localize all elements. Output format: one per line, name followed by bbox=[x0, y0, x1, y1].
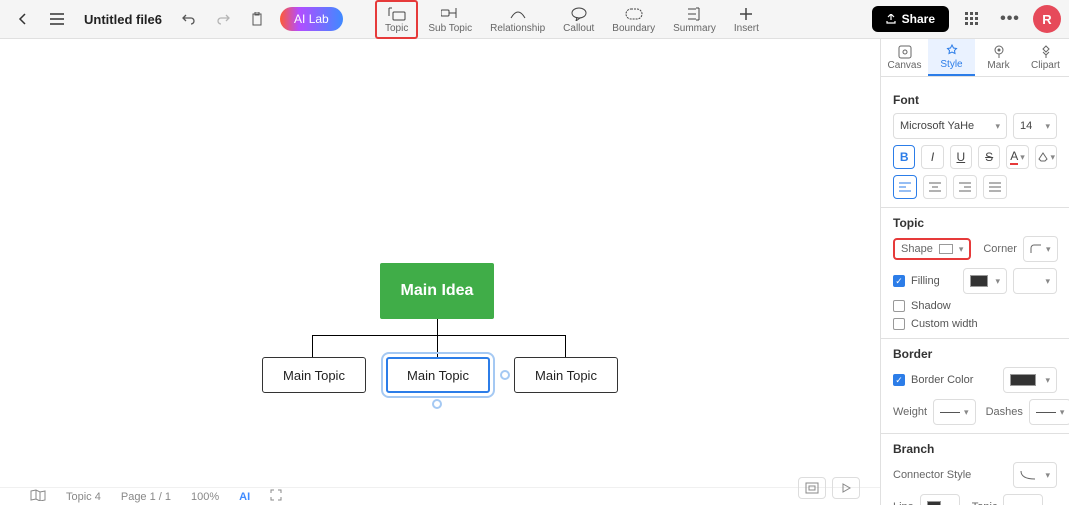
file-name[interactable]: Untitled file6 bbox=[76, 12, 170, 27]
filling-color-select[interactable]: ▾ bbox=[963, 268, 1007, 294]
menu-button[interactable] bbox=[42, 4, 72, 34]
highlight-button[interactable]: ▾ bbox=[1035, 145, 1057, 169]
clipboard-button[interactable] bbox=[242, 4, 272, 34]
boundary-icon bbox=[625, 6, 643, 22]
tool-boundary[interactable]: Boundary bbox=[604, 0, 663, 39]
branch-topic-select[interactable]: ▾ bbox=[1003, 494, 1043, 505]
ai-lab-button[interactable]: AI Lab bbox=[280, 7, 343, 31]
redo-button[interactable] bbox=[208, 4, 238, 34]
corner-select[interactable]: ▾ bbox=[1023, 236, 1058, 262]
tool-relationship[interactable]: Relationship bbox=[482, 0, 553, 39]
tab-style[interactable]: Style bbox=[928, 39, 975, 76]
clipart-icon bbox=[1039, 45, 1053, 59]
avatar[interactable]: R bbox=[1033, 5, 1061, 33]
align-justify-button[interactable] bbox=[983, 175, 1007, 199]
more-button[interactable]: ••• bbox=[995, 4, 1025, 34]
connector bbox=[565, 335, 566, 357]
strike-button[interactable]: S bbox=[978, 145, 1000, 169]
node-handle[interactable] bbox=[432, 399, 442, 409]
tool-summary[interactable]: Summary bbox=[665, 0, 724, 39]
connector bbox=[312, 335, 313, 357]
canvas-icon bbox=[898, 45, 912, 59]
filling-style-select[interactable]: ▾ bbox=[1013, 268, 1057, 294]
font-color-button[interactable]: A▾ bbox=[1006, 145, 1028, 169]
font-family-select[interactable]: Microsoft YaHe▾ bbox=[893, 113, 1007, 139]
section-topic-title: Topic bbox=[893, 216, 1057, 230]
dashes-select[interactable]: ▾ bbox=[1029, 399, 1069, 425]
section-branch-title: Branch bbox=[893, 442, 1057, 456]
align-center-button[interactable] bbox=[923, 175, 947, 199]
shape-select-highlighted[interactable]: Shape ▾ bbox=[893, 238, 971, 260]
underline-button[interactable]: U bbox=[950, 145, 972, 169]
tool-topic[interactable]: Topic bbox=[375, 0, 418, 39]
tool-callout[interactable]: Callout bbox=[555, 0, 602, 39]
back-button[interactable] bbox=[8, 4, 38, 34]
insert-icon bbox=[739, 6, 753, 22]
right-panel: Canvas Style Mark Clipart Font Microsoft… bbox=[880, 39, 1069, 505]
share-button[interactable]: Share bbox=[872, 6, 949, 32]
font-size-select[interactable]: 14▾ bbox=[1013, 113, 1057, 139]
connector bbox=[312, 335, 565, 336]
callout-icon bbox=[571, 6, 587, 22]
style-icon bbox=[945, 44, 959, 58]
connector bbox=[437, 319, 438, 335]
fit-button[interactable] bbox=[798, 477, 826, 499]
tab-mark[interactable]: Mark bbox=[975, 39, 1022, 76]
undo-button[interactable] bbox=[174, 4, 204, 34]
align-left-button[interactable] bbox=[893, 175, 917, 199]
status-ai[interactable]: AI bbox=[239, 491, 250, 503]
node-topic-1[interactable]: Main Topic bbox=[262, 357, 366, 393]
tab-canvas[interactable]: Canvas bbox=[881, 39, 928, 76]
custom-width-checkbox[interactable] bbox=[893, 318, 905, 330]
tool-subtopic[interactable]: Sub Topic bbox=[420, 0, 480, 39]
node-topic-3[interactable]: Main Topic bbox=[514, 357, 618, 393]
shape-swatch bbox=[939, 244, 953, 254]
tool-insert[interactable]: Insert bbox=[726, 0, 767, 39]
insert-toolbar: Topic Sub Topic Relationship Callout Bou… bbox=[375, 0, 767, 39]
panel-tabs: Canvas Style Mark Clipart bbox=[881, 39, 1069, 77]
topic-icon bbox=[388, 6, 406, 22]
subtopic-icon bbox=[441, 6, 459, 22]
canvas[interactable]: Main Idea Main Topic Main Topic Main Top… bbox=[0, 39, 880, 505]
connector-style-select[interactable]: ▾ bbox=[1013, 462, 1057, 488]
border-color-select[interactable]: ▾ bbox=[1003, 367, 1057, 393]
tab-clipart[interactable]: Clipart bbox=[1022, 39, 1069, 76]
section-border-title: Border bbox=[893, 347, 1057, 361]
status-topic: Topic 4 bbox=[66, 491, 101, 503]
fullscreen-icon[interactable] bbox=[270, 489, 282, 504]
line-color-select[interactable]: ▾ bbox=[920, 494, 960, 505]
align-right-button[interactable] bbox=[953, 175, 977, 199]
node-handle[interactable] bbox=[500, 370, 510, 380]
present-button[interactable] bbox=[832, 477, 860, 499]
border-color-checkbox[interactable]: ✓ bbox=[893, 374, 905, 386]
shadow-checkbox[interactable] bbox=[893, 300, 905, 312]
italic-button[interactable]: I bbox=[921, 145, 943, 169]
weight-select[interactable]: ▾ bbox=[933, 399, 976, 425]
highlight-icon bbox=[1037, 151, 1049, 163]
status-bar: Topic 4 Page 1 / 1 100% AI bbox=[0, 487, 880, 505]
section-font-title: Font bbox=[893, 93, 1057, 107]
apps-grid-button[interactable] bbox=[957, 4, 987, 34]
relationship-icon bbox=[509, 6, 527, 22]
status-page: Page 1 / 1 bbox=[121, 491, 171, 503]
filling-checkbox[interactable]: ✓ bbox=[893, 275, 905, 287]
node-main-idea[interactable]: Main Idea bbox=[380, 263, 494, 319]
node-topic-2-selected[interactable]: Main Topic bbox=[386, 357, 490, 393]
bold-button[interactable]: B bbox=[893, 145, 915, 169]
status-zoom[interactable]: 100% bbox=[191, 491, 219, 503]
mark-icon bbox=[992, 45, 1006, 59]
connector bbox=[437, 335, 438, 357]
map-icon[interactable] bbox=[30, 489, 46, 504]
summary-icon bbox=[688, 6, 702, 22]
